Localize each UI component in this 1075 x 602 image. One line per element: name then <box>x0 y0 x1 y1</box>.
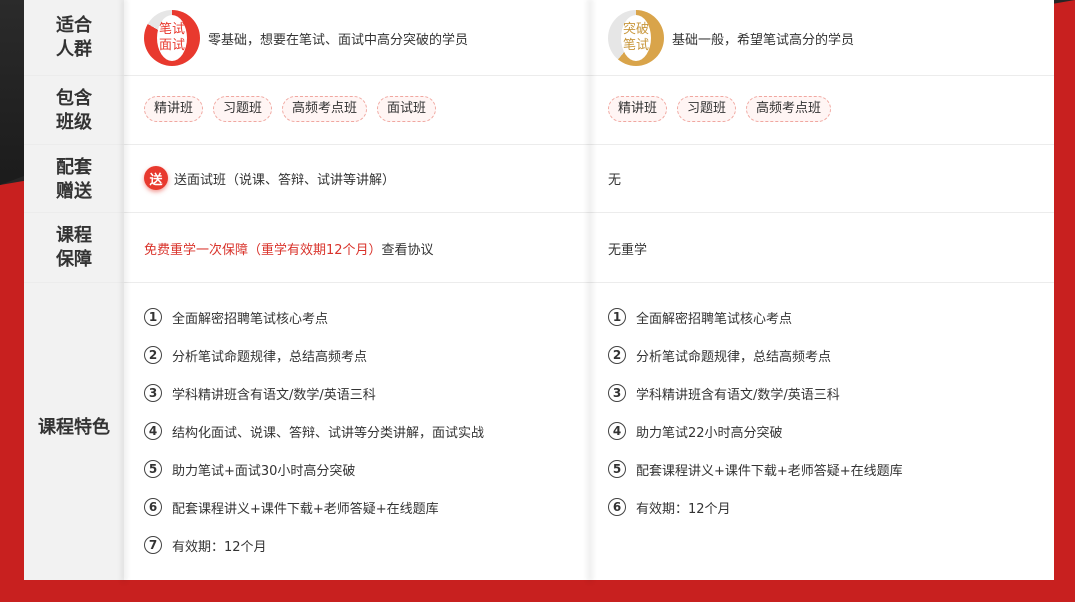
class-tag: 精讲班 <box>608 96 668 122</box>
list-item: 6 配套课程讲义+课件下载+老师答疑+在线题库 <box>144 488 484 526</box>
features-list-2: 1 全面解密招聘笔试核心考点 2 分析笔试命题规律，总结高频考点 3 学科精讲班含有语… <box>608 298 903 526</box>
guarantee-none: 无重学 <box>608 242 648 258</box>
badge-ring-label: 突破笔试 <box>621 15 651 61</box>
audience-cell-2: 突破笔试 基础一般，希望笔试高分的学员 <box>608 10 854 66</box>
badge-ring-written-breakthrough: 突破笔试 <box>608 10 664 66</box>
gift-none: 无 <box>608 172 622 188</box>
audience-cell-1: 笔试面试 零基础，想要在笔试、面试中高分突破的学员 <box>144 10 468 66</box>
gift-cell-2: 无 <box>608 164 621 192</box>
list-item: 2 分析笔试命题规律，总结高频考点 <box>144 336 484 374</box>
feature-text: 分析笔试命题规律，总结高频考点 <box>172 349 368 365</box>
list-item: 7 有效期：12个月 <box>144 526 484 564</box>
row-divider <box>24 75 1054 76</box>
row-label-features: 课程特色 <box>38 417 110 438</box>
list-item: 3 学科精讲班含有语文/数学/英语三科 <box>608 374 903 412</box>
row-label-audience: 适合人群 <box>56 15 92 60</box>
class-tag: 习题班 <box>677 96 737 122</box>
gift-description: 送面试班（说课、答辩、试讲等讲解） <box>174 172 396 188</box>
row-divider <box>24 144 1054 145</box>
feature-text: 学科精讲班含有语文/数学/英语三科 <box>636 387 840 403</box>
list-item: 1 全面解密招聘笔试核心考点 <box>608 298 903 336</box>
list-item: 5 助力笔试+面试30小时高分突破 <box>144 450 484 488</box>
feature-text: 配套课程讲义+课件下载+老师答疑+在线题库 <box>636 463 903 479</box>
class-tag: 面试班 <box>377 96 437 122</box>
feature-text: 全面解密招聘笔试核心考点 <box>172 311 329 327</box>
number-badge: 4 <box>144 422 162 440</box>
feature-text: 学科精讲班含有语文/数学/英语三科 <box>172 387 376 403</box>
list-item: 6 有效期：12个月 <box>608 488 903 526</box>
class-tag: 高频考点班 <box>282 96 368 122</box>
number-badge: 6 <box>608 498 626 516</box>
badge-ring-label: 笔试面试 <box>157 15 187 61</box>
feature-text: 分析笔试命题规律，总结高频考点 <box>636 349 832 365</box>
feature-text: 全面解密招聘笔试核心考点 <box>636 311 793 327</box>
row-divider <box>24 212 1054 213</box>
gift-cell-1: 送 送面试班（说课、答辩、试讲等讲解） <box>144 164 395 192</box>
row-label-guarantee: 课程保障 <box>56 225 92 270</box>
list-item: 1 全面解密招聘笔试核心考点 <box>144 298 484 336</box>
classes-cell-2: 精讲班 习题班 高频考点班 <box>608 96 841 122</box>
class-tag: 习题班 <box>213 96 273 122</box>
number-badge: 7 <box>144 536 162 554</box>
feature-text: 结构化面试、说课、答辩、试讲等分类讲解，面试实战 <box>172 425 485 441</box>
number-badge: 6 <box>144 498 162 516</box>
list-item: 4 助力笔试22小时高分突破 <box>608 412 903 450</box>
class-tag: 高频考点班 <box>746 96 832 122</box>
number-badge: 3 <box>144 384 162 402</box>
view-agreement-link[interactable]: 查看协议 <box>382 239 434 258</box>
class-tag: 精讲班 <box>144 96 204 122</box>
number-badge: 5 <box>144 460 162 478</box>
number-badge: 1 <box>608 308 626 326</box>
feature-text: 配套课程讲义+课件下载+老师答疑+在线题库 <box>172 501 439 517</box>
number-badge: 2 <box>144 346 162 364</box>
features-list-1: 1 全面解密招聘笔试核心考点 2 分析笔试命题规律，总结高频考点 3 学科精讲班含有语… <box>144 298 484 564</box>
list-item: 3 学科精讲班含有语文/数学/英语三科 <box>144 374 484 412</box>
number-badge: 3 <box>608 384 626 402</box>
row-label-gift: 配套赠送 <box>56 157 92 202</box>
list-item: 4 结构化面试、说课、答辩、试讲等分类讲解，面试实战 <box>144 412 484 450</box>
gift-badge: 送 <box>144 166 168 190</box>
guarantee-cell-1: 免费重学一次保障（重学有效期12个月） 查看协议 <box>144 234 434 262</box>
guarantee-highlight: 免费重学一次保障（重学有效期12个月） <box>144 242 382 258</box>
number-badge: 2 <box>608 346 626 364</box>
feature-text: 助力笔试+面试30小时高分突破 <box>172 463 356 479</box>
list-item: 5 配套课程讲义+课件下载+老师答疑+在线题库 <box>608 450 903 488</box>
audience-description: 基础一般，希望笔试高分的学员 <box>672 32 855 48</box>
audience-description: 零基础，想要在笔试、面试中高分突破的学员 <box>208 32 469 48</box>
classes-cell-1: 精讲班 习题班 高频考点班 面试班 <box>144 96 446 122</box>
course-comparison-table: 适合人群 包含班级 配套赠送 课程保障 课程特色 笔试面试 零基础，想要在笔试、… <box>24 0 1054 580</box>
row-label-classes: 包含班级 <box>56 88 92 133</box>
number-badge: 1 <box>144 308 162 326</box>
feature-text: 助力笔试22小时高分突破 <box>636 425 783 441</box>
badge-ring-written-interview: 笔试面试 <box>144 10 200 66</box>
number-badge: 4 <box>608 422 626 440</box>
number-badge: 5 <box>608 460 626 478</box>
row-divider <box>24 282 1054 283</box>
guarantee-cell-2: 无重学 <box>608 234 647 262</box>
list-item: 2 分析笔试命题规律，总结高频考点 <box>608 336 903 374</box>
feature-text: 有效期：12个月 <box>172 539 267 555</box>
feature-text: 有效期：12个月 <box>636 501 731 517</box>
